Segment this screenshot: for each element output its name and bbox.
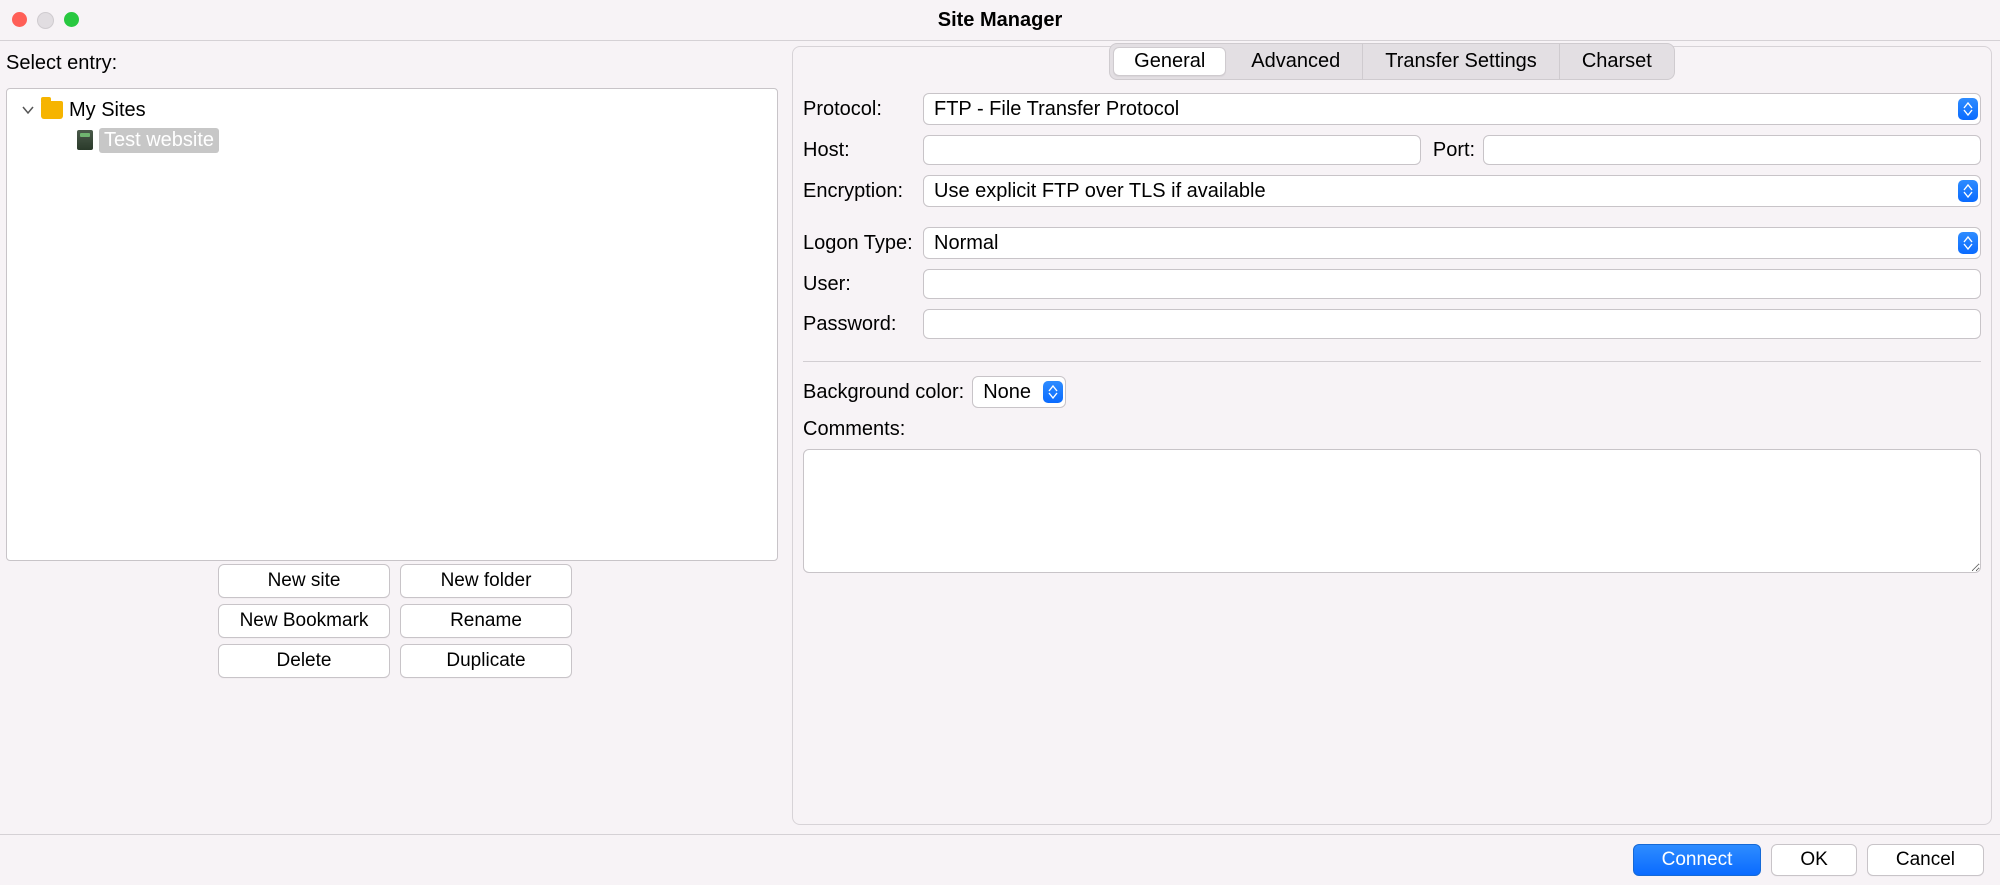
- password-label: Password:: [803, 313, 923, 336]
- tab-charset[interactable]: Charset: [1560, 44, 1674, 79]
- encryption-value: Use explicit FTP over TLS if available: [934, 180, 1266, 203]
- tree-root-label: My Sites: [69, 99, 146, 122]
- tree-item-root[interactable]: My Sites: [7, 95, 777, 125]
- logon-type-label: Logon Type:: [803, 232, 923, 255]
- bgcolor-select[interactable]: None: [972, 376, 1066, 408]
- site-actions: New site New folder New Bookmark Rename …: [218, 564, 572, 678]
- ok-button[interactable]: OK: [1771, 844, 1856, 876]
- settings-panel: General Advanced Transfer Settings Chars…: [792, 46, 1992, 825]
- port-label: Port:: [1433, 139, 1475, 162]
- new-site-button[interactable]: New site: [218, 564, 390, 598]
- tab-advanced[interactable]: Advanced: [1229, 44, 1363, 79]
- new-folder-button[interactable]: New folder: [400, 564, 572, 598]
- titlebar: Site Manager: [0, 0, 2000, 41]
- updown-arrows-icon: [1958, 98, 1978, 120]
- bgcolor-label: Background color:: [803, 381, 964, 404]
- user-label: User:: [803, 273, 923, 296]
- updown-arrows-icon: [1958, 232, 1978, 254]
- new-bookmark-button[interactable]: New Bookmark: [218, 604, 390, 638]
- chevron-down-icon[interactable]: [21, 103, 35, 117]
- rename-button[interactable]: Rename: [400, 604, 572, 638]
- encryption-select[interactable]: Use explicit FTP over TLS if available: [923, 175, 1981, 207]
- protocol-value: FTP - File Transfer Protocol: [934, 98, 1179, 121]
- comments-textarea[interactable]: [803, 449, 1981, 573]
- tree-site-label: Test website: [99, 128, 219, 153]
- host-input[interactable]: [923, 135, 1421, 165]
- password-input[interactable]: [923, 309, 1981, 339]
- encryption-label: Encryption:: [803, 180, 923, 203]
- tab-strip: General Advanced Transfer Settings Chars…: [793, 47, 1991, 84]
- logon-type-value: Normal: [934, 232, 998, 255]
- host-label: Host:: [803, 139, 923, 162]
- tab-transfer-settings[interactable]: Transfer Settings: [1363, 44, 1560, 79]
- comments-label: Comments:: [803, 418, 1981, 441]
- user-input[interactable]: [923, 269, 1981, 299]
- folder-icon: [41, 101, 63, 119]
- updown-arrows-icon: [1043, 381, 1063, 403]
- site-tree[interactable]: My Sites Test website: [6, 88, 778, 561]
- tree-item-site[interactable]: Test website: [7, 125, 777, 155]
- port-input[interactable]: [1483, 135, 1981, 165]
- updown-arrows-icon: [1958, 180, 1978, 202]
- protocol-label: Protocol:: [803, 98, 923, 121]
- connect-button[interactable]: Connect: [1633, 844, 1762, 876]
- duplicate-button[interactable]: Duplicate: [400, 644, 572, 678]
- cancel-button[interactable]: Cancel: [1867, 844, 1984, 876]
- delete-button[interactable]: Delete: [218, 644, 390, 678]
- select-entry-label: Select entry:: [6, 52, 117, 75]
- divider: [803, 361, 1981, 362]
- tab-general[interactable]: General: [1113, 47, 1226, 76]
- bgcolor-value: None: [983, 381, 1031, 404]
- window-title: Site Manager: [0, 9, 2000, 32]
- logon-type-select[interactable]: Normal: [923, 227, 1981, 259]
- server-icon: [77, 130, 93, 150]
- general-form: Protocol: FTP - File Transfer Protocol H…: [803, 93, 1981, 579]
- protocol-select[interactable]: FTP - File Transfer Protocol: [923, 93, 1981, 125]
- dialog-footer: Connect OK Cancel: [0, 834, 2000, 885]
